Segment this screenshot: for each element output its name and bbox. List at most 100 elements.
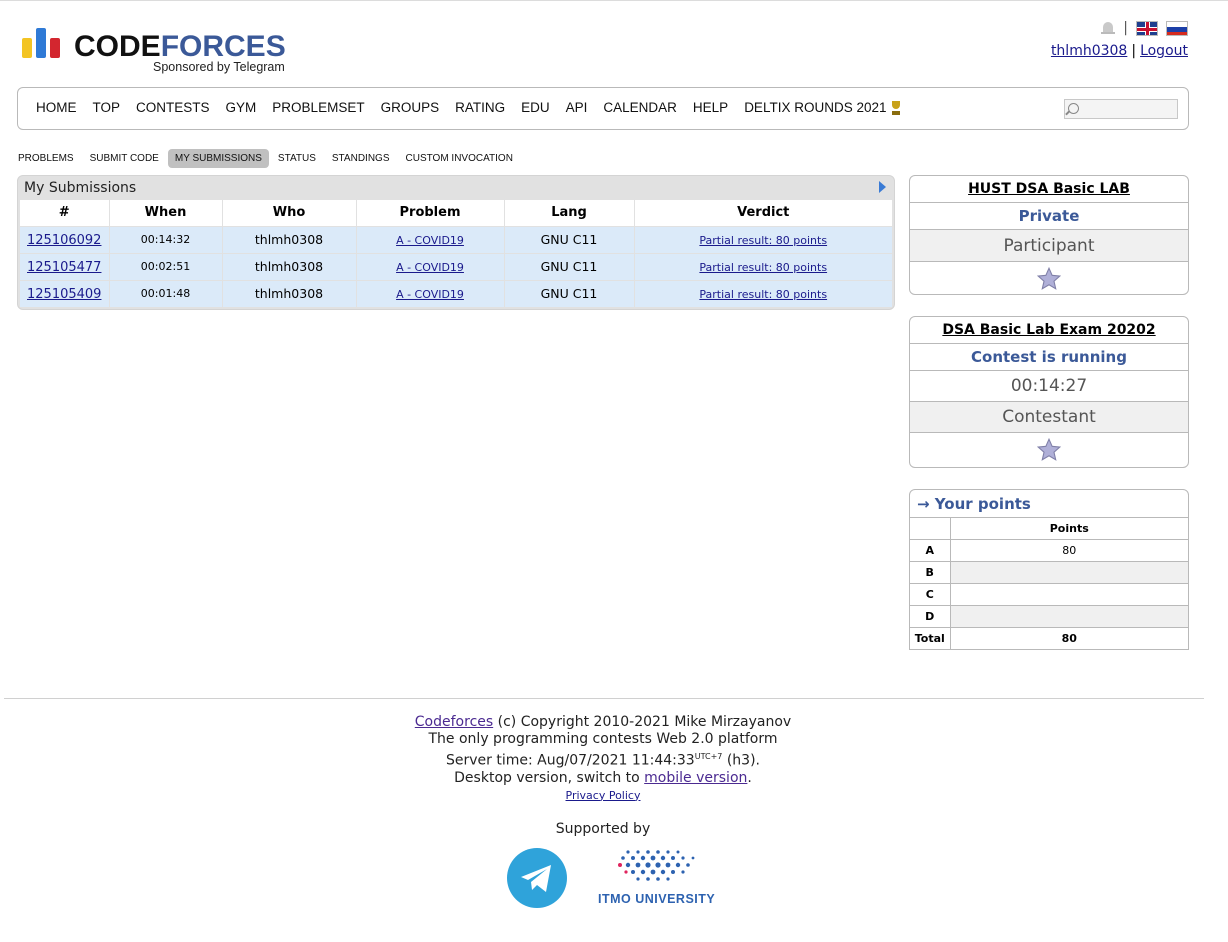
total-label: Total: [910, 627, 951, 649]
tab-standings[interactable]: STANDINGS: [325, 149, 397, 168]
tab-my-submissions[interactable]: MY SUBMISSIONS: [167, 149, 269, 168]
footer: Codeforces (c) Copyright 2010-2021 Mike …: [0, 714, 1206, 804]
sponsor-text: Sponsored by Telegram: [153, 60, 285, 74]
menu-top[interactable]: TOP: [93, 100, 121, 115]
submissions-caption: My Submissions: [24, 180, 137, 196]
contest-tabs: PROBLEMS SUBMIT CODE MY SUBMISSIONS STAT…: [17, 149, 522, 168]
menu-edu[interactable]: EDU: [521, 100, 550, 115]
submission-when: 00:01:48: [109, 279, 223, 307]
star-icon[interactable]: [1036, 437, 1062, 463]
verdict-link[interactable]: Partial result: 80 points: [699, 261, 827, 274]
privacy-policy-link[interactable]: Privacy Policy: [566, 789, 641, 802]
russian-flag-icon[interactable]: [1166, 20, 1188, 36]
submission-problem-cell: A - COVID19: [356, 225, 505, 253]
contest-state: Contest is running: [910, 343, 1188, 370]
separator: |: [1131, 43, 1137, 59]
contest-title-link[interactable]: DSA Basic Lab Exam 20202: [942, 322, 1155, 338]
verdict-link[interactable]: Partial result: 80 points: [699, 288, 827, 301]
menu-problemset[interactable]: PROBLEMSET: [272, 100, 364, 115]
submission-id-cell: 125105477: [20, 252, 110, 280]
problem-label: B: [910, 561, 951, 584]
bell-icon[interactable]: [1101, 20, 1116, 36]
timezone: UTC+7: [694, 752, 723, 761]
group-role: Participant: [910, 229, 1188, 261]
footer-divider: [4, 698, 1204, 699]
your-points-title[interactable]: → Your points: [910, 490, 1188, 517]
submission-who: thlmh0308: [222, 252, 357, 280]
problem-points: [950, 605, 1188, 628]
submission-id-link[interactable]: 125105409: [27, 287, 101, 302]
submission-id-link[interactable]: 125105477: [27, 260, 101, 275]
contest-timer: 00:14:27: [910, 370, 1188, 401]
problem-label: A: [910, 539, 951, 562]
menu-rating[interactable]: RATING: [455, 100, 505, 115]
username-link[interactable]: thlmh0308: [1051, 43, 1127, 59]
submission-problem-cell: A - COVID19: [356, 279, 505, 307]
menu-contests[interactable]: CONTESTS: [136, 100, 210, 115]
telegram-logo-icon[interactable]: [507, 848, 567, 908]
submissions-table: # When Who Problem Lang Verdict 12510609…: [20, 200, 892, 307]
contest-info-box: DSA Basic Lab Exam 20202 Contest is runn…: [909, 316, 1189, 468]
table-row: 125105477 00:02:51 thlmh0308 A - COVID19…: [20, 252, 892, 280]
problem-points: [950, 583, 1188, 606]
server-id: (h3).: [726, 752, 760, 769]
expand-arrow-icon[interactable]: [879, 181, 886, 193]
contest-title-row: DSA Basic Lab Exam 20202: [910, 317, 1188, 343]
star-icon[interactable]: [1036, 266, 1062, 292]
submission-id-cell: 125106092: [20, 225, 110, 253]
desktop-text: Desktop version, switch to: [454, 769, 640, 786]
submission-id-link[interactable]: 125106092: [27, 233, 101, 248]
logo-wordmark: CODEFORCES: [74, 30, 286, 63]
col-problem-header: Problem: [356, 200, 505, 226]
problem-link[interactable]: A - COVID19: [396, 234, 464, 247]
submission-when: 00:14:32: [109, 225, 223, 253]
problem-label: C: [910, 583, 951, 606]
codeforces-logo[interactable]: CODEFORCES Sponsored by Telegram: [20, 26, 310, 80]
table-row: 125105409 00:01:48 thlmh0308 A - COVID19…: [20, 279, 892, 307]
menu-groups[interactable]: GROUPS: [381, 100, 440, 115]
search-box[interactable]: [1064, 99, 1178, 119]
total-points: 80: [950, 627, 1188, 649]
tab-submit-code[interactable]: SUBMIT CODE: [83, 149, 166, 168]
logout-link[interactable]: Logout: [1140, 43, 1188, 59]
problem-link[interactable]: A - COVID19: [396, 261, 464, 274]
submission-verdict-cell: Partial result: 80 points: [634, 279, 892, 307]
codeforces-footer-link[interactable]: Codeforces: [415, 714, 493, 730]
menu-api[interactable]: API: [566, 100, 588, 115]
col-id-header: #: [20, 200, 110, 226]
table-header-row: # When Who Problem Lang Verdict: [20, 200, 892, 226]
tab-status[interactable]: STATUS: [271, 149, 323, 168]
menu-help[interactable]: HELP: [693, 100, 728, 115]
search-input[interactable]: [1083, 100, 1175, 118]
table-row: 125106092 00:14:32 thlmh0308 A - COVID19…: [20, 225, 892, 253]
mobile-version-link[interactable]: mobile version: [644, 770, 747, 786]
problem-points: [950, 561, 1188, 584]
submission-verdict-cell: Partial result: 80 points: [634, 252, 892, 280]
submission-when: 00:02:51: [109, 252, 223, 280]
english-flag-icon[interactable]: [1136, 20, 1158, 36]
points-table: Points A 80 B C D Total 80: [910, 517, 1188, 649]
submission-id-cell: 125105409: [20, 279, 110, 307]
menu-gym[interactable]: GYM: [226, 100, 257, 115]
verdict-link[interactable]: Partial result: 80 points: [699, 234, 827, 247]
contest-star-row: [910, 432, 1188, 467]
submission-who: thlmh0308: [222, 225, 357, 253]
menu-home[interactable]: HOME: [36, 100, 77, 115]
main-menu: HOME TOP CONTESTS GYM PROBLEMSET GROUPS …: [17, 87, 1189, 130]
menu-deltix-rounds[interactable]: DELTIX ROUNDS 2021: [744, 100, 902, 115]
platform-text: The only programming contests Web 2.0 pl…: [428, 731, 778, 747]
itmo-logo[interactable]: ITMO UNIVERSITY: [598, 846, 722, 910]
trophy-icon: [889, 100, 903, 115]
tab-custom-invocation[interactable]: CUSTOM INVOCATION: [399, 149, 520, 168]
menu-calendar[interactable]: CALENDAR: [603, 100, 677, 115]
group-info-box: HUST DSA Basic LAB Private Participant: [909, 175, 1189, 295]
submission-who: thlmh0308: [222, 279, 357, 307]
tab-problems[interactable]: PROBLEMS: [17, 149, 81, 168]
problem-points: 80: [950, 539, 1188, 562]
copyright-text: (c) Copyright 2010-2021 Mike Mirzayanov: [497, 714, 792, 730]
search-icon: [1068, 103, 1079, 114]
group-title-link[interactable]: HUST DSA Basic LAB: [968, 181, 1130, 197]
separator: |: [1123, 20, 1128, 36]
problem-link[interactable]: A - COVID19: [396, 288, 464, 301]
points-total-row: Total 80: [910, 627, 1188, 649]
